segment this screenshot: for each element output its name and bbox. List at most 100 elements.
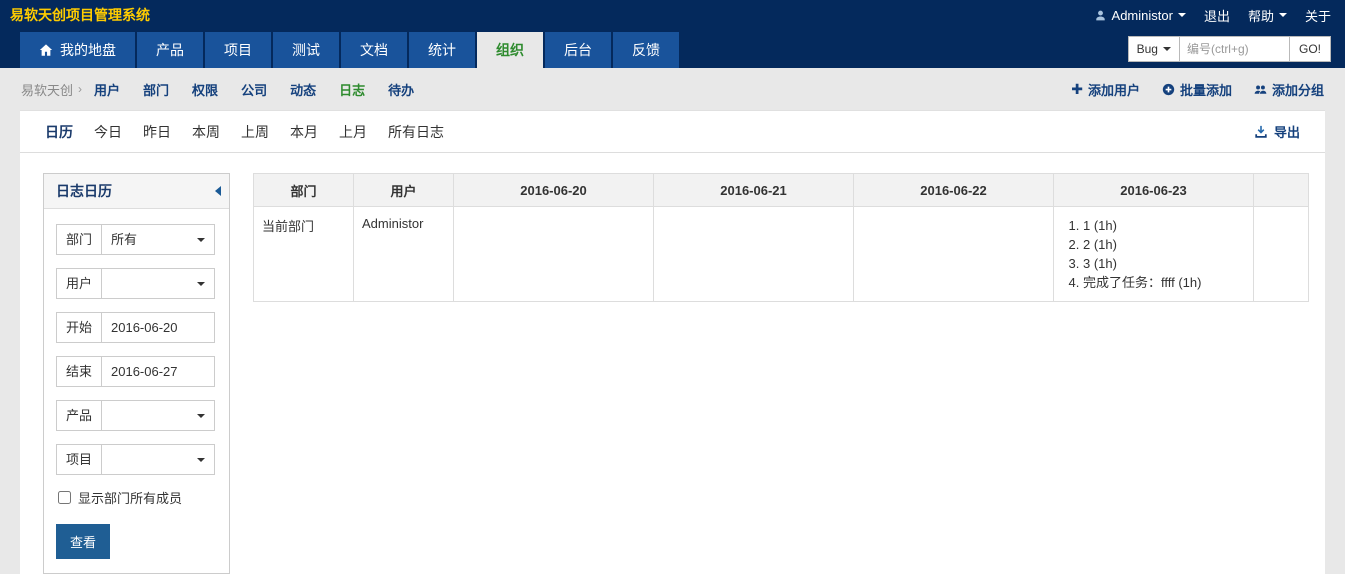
collapse-left-icon[interactable]	[215, 186, 221, 196]
tab-admin[interactable]: 后台	[545, 32, 611, 68]
start-date-group: 开始	[56, 312, 217, 343]
help-menu[interactable]: 帮助	[1248, 6, 1287, 25]
end-date-input[interactable]	[102, 356, 216, 387]
range-yesterday[interactable]: 昨日	[143, 122, 171, 142]
menu-log[interactable]: 日志	[339, 80, 365, 99]
menu-todo[interactable]: 待办	[388, 80, 414, 99]
menu-department[interactable]: 部门	[143, 80, 169, 99]
menu-user[interactable]: 用户	[94, 80, 120, 99]
col-date-2016-06-22: 2016-06-22	[853, 173, 1054, 207]
tab-test[interactable]: 测试	[273, 32, 339, 68]
start-date-input[interactable]	[102, 312, 216, 343]
col-department: 部门	[253, 173, 354, 207]
tab-label: 反馈	[632, 42, 660, 58]
user-name: Administor	[1111, 7, 1173, 23]
range-calendar[interactable]: 日历	[45, 122, 73, 142]
range-today[interactable]: 今日	[94, 122, 122, 142]
tab-stats[interactable]: 统计	[409, 32, 475, 68]
range-last-month[interactable]: 上月	[339, 122, 367, 142]
add-user-button[interactable]: ✚ 添加用户	[1071, 80, 1140, 99]
export-label: 导出	[1273, 125, 1300, 140]
start-date-label: 开始	[56, 312, 103, 343]
nav-tabs: 我的地盘 产品 项目 测试 文档 统计 组织 后台 反馈	[20, 32, 681, 68]
search-module-select[interactable]: Bug	[1127, 36, 1180, 62]
batch-add-button[interactable]: 批量添加	[1162, 80, 1232, 99]
range-all-logs[interactable]: 所有日志	[388, 122, 444, 142]
user-filter-group: 用户	[56, 268, 217, 299]
plus-icon: ✚	[1071, 80, 1083, 97]
page-actions: ✚ 添加用户 批量添加 添加分组	[1071, 80, 1324, 99]
top-bar-right: Administor 退出 帮助 关于	[1094, 6, 1331, 25]
table-header-row: 部门 用户 2016-06-20 2016-06-21 2016-06-22 2…	[253, 173, 1309, 207]
chevron-down-icon	[1278, 13, 1287, 17]
tab-label: 测试	[292, 42, 320, 58]
global-search: Bug GO!	[1127, 36, 1331, 62]
logout-link[interactable]: 退出	[1204, 6, 1230, 25]
department-filter-select[interactable]: 所有	[102, 224, 216, 255]
user-filter-label: 用户	[56, 268, 103, 299]
product-filter-select[interactable]	[102, 400, 216, 431]
batch-add-label: 批量添加	[1179, 82, 1232, 98]
tab-product[interactable]: 产品	[137, 32, 203, 68]
project-filter-label: 项目	[56, 444, 103, 475]
app-title: 易软天创项目管理系统	[10, 7, 150, 23]
main-panel: 日历 今日 昨日 本周 上周 本月 上月 所有日志 导出 日志日历 部门 所有 …	[20, 110, 1325, 574]
top-bar: 易软天创项目管理系统 Administor 退出 帮助 关于	[0, 0, 1345, 30]
product-filter-label: 产品	[56, 400, 103, 431]
col-date-2016-06-21: 2016-06-21	[653, 173, 854, 207]
product-filter-group: 产品	[56, 400, 217, 431]
tab-doc[interactable]: 文档	[341, 32, 407, 68]
search-module-label: Bug	[1136, 42, 1158, 56]
cell-department: 当前部门	[253, 206, 354, 302]
tab-label: 后台	[564, 42, 592, 58]
search-go-button[interactable]: GO!	[1289, 36, 1331, 62]
add-group-label: 添加分组	[1271, 82, 1324, 98]
col-date-2016-06-23: 2016-06-23	[1053, 173, 1254, 207]
menu-company[interactable]: 公司	[241, 80, 267, 99]
range-this-week[interactable]: 本周	[192, 122, 220, 142]
col-user: 用户	[353, 173, 454, 207]
cell-log-2016-06-22	[853, 206, 1054, 302]
view-button[interactable]: 查看	[56, 524, 111, 559]
sidebar-title: 日志日历	[56, 183, 112, 199]
range-last-week[interactable]: 上周	[241, 122, 269, 142]
tab-organization[interactable]: 组织	[477, 32, 543, 68]
user-filter-select[interactable]	[102, 268, 216, 299]
home-icon	[39, 44, 53, 56]
col-date-2016-06-20: 2016-06-20	[453, 173, 654, 207]
tab-label: 文档	[360, 42, 388, 58]
tab-project[interactable]: 项目	[205, 32, 271, 68]
chevron-down-icon	[1162, 47, 1171, 51]
add-group-button[interactable]: 添加分组	[1254, 80, 1324, 99]
menu-privilege[interactable]: 权限	[192, 80, 218, 99]
show-all-members-row: 显示部门所有成员	[58, 488, 217, 507]
help-label: 帮助	[1247, 8, 1274, 24]
end-date-label: 结束	[56, 356, 103, 387]
breadcrumb: 易软天创 › 用户 部门 权限 公司 动态 日志 待办	[21, 80, 437, 99]
range-this-month[interactable]: 本月	[290, 122, 318, 142]
log-item: 3 (1h)	[1083, 254, 1245, 273]
sidebar-header: 日志日历	[44, 174, 229, 209]
project-filter-select[interactable]	[102, 444, 216, 475]
breadcrumb-root: 易软天创	[21, 82, 74, 98]
tab-feedback[interactable]: 反馈	[613, 32, 679, 68]
nav-bar: 我的地盘 产品 项目 测试 文档 统计 组织 后台 反馈 Bug GO!	[0, 30, 1345, 68]
calendar-toolbar: 日历 今日 昨日 本周 上周 本月 上月 所有日志 导出	[20, 111, 1325, 153]
menu-dynamic[interactable]: 动态	[290, 80, 316, 99]
tab-label: 我的地盘	[60, 42, 116, 58]
add-user-label: 添加用户	[1087, 82, 1140, 98]
search-input[interactable]	[1179, 36, 1290, 62]
show-all-members-checkbox[interactable]	[58, 491, 71, 504]
cell-log-2016-06-23: 1 (1h) 2 (1h) 3 (1h) 完成了任务：ffff (1h)	[1053, 206, 1254, 302]
about-link[interactable]: 关于	[1305, 6, 1331, 25]
export-button[interactable]: 导出	[1254, 122, 1300, 141]
project-filter-group: 项目	[56, 444, 217, 475]
download-icon	[1255, 125, 1267, 138]
tab-label: 产品	[156, 42, 184, 58]
tab-my-dashboard[interactable]: 我的地盘	[20, 32, 135, 68]
tab-label: 项目	[224, 42, 252, 58]
chevron-down-icon	[1177, 13, 1186, 17]
user-menu[interactable]: Administor	[1094, 8, 1186, 23]
log-item: 2 (1h)	[1083, 235, 1245, 254]
show-all-members-label: 显示部门所有成员	[78, 491, 183, 506]
